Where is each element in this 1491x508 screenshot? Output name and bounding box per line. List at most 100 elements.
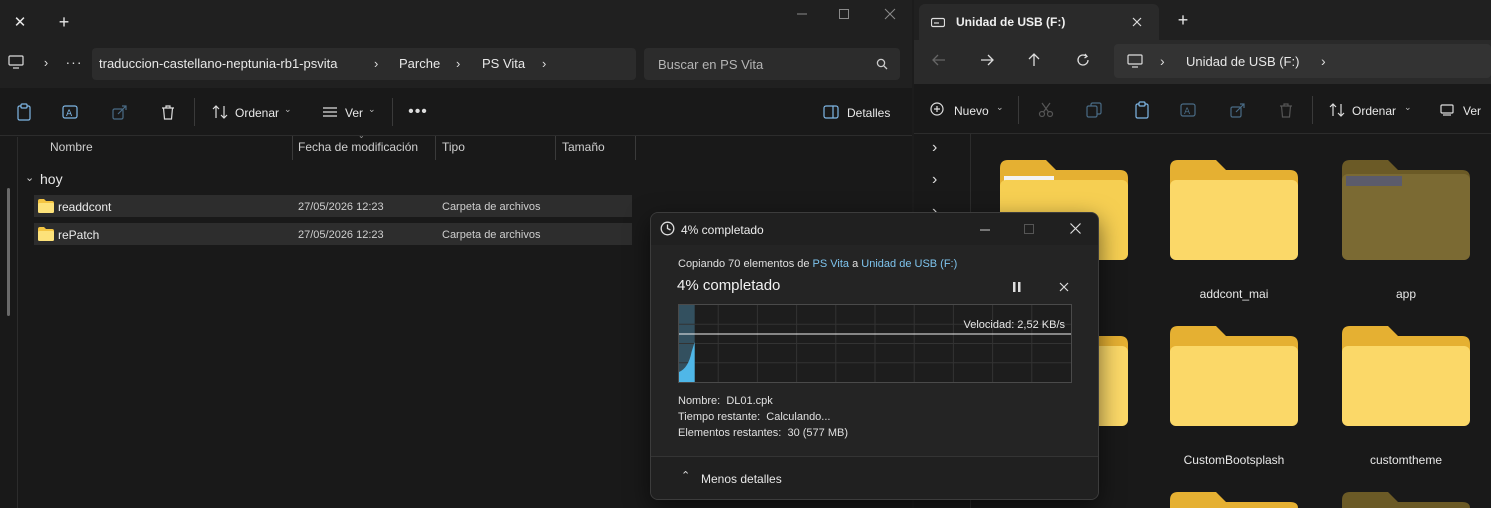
up-arrow-icon[interactable] bbox=[1028, 53, 1040, 67]
breadcrumb-item[interactable]: Parche bbox=[399, 48, 440, 80]
svg-text:A: A bbox=[66, 109, 73, 119]
folder-icon bbox=[38, 199, 54, 213]
share-icon[interactable] bbox=[110, 102, 130, 122]
column-header-name[interactable]: Nombre bbox=[50, 140, 93, 154]
search-input[interactable]: Buscar en PS Vita bbox=[658, 57, 763, 72]
breadcrumb-item[interactable]: traduccion-castellano-neptunia-rb1-psvit… bbox=[99, 48, 337, 80]
usb-drive-icon bbox=[931, 17, 945, 28]
chevron-right-icon: › bbox=[456, 56, 461, 71]
new-tab-button[interactable]: + bbox=[1174, 10, 1192, 30]
name-label: Nombre: bbox=[678, 395, 721, 407]
this-pc-icon[interactable] bbox=[6, 52, 26, 72]
destination-link[interactable]: Unidad de USB (F:) bbox=[861, 258, 957, 270]
name-value: DL01.cpk bbox=[726, 395, 773, 407]
nav-scrollbar[interactable] bbox=[7, 188, 10, 316]
minimize-icon[interactable] bbox=[980, 229, 990, 231]
chevron-right-icon[interactable]: › bbox=[932, 171, 937, 189]
breadcrumb-item[interactable]: PS Vita bbox=[482, 48, 525, 80]
close-icon[interactable] bbox=[1132, 17, 1142, 27]
copy-middle: a bbox=[852, 258, 859, 270]
breadcrumb[interactable]: traduccion-castellano-neptunia-rb1-psvit… bbox=[92, 48, 636, 80]
back-arrow-icon[interactable] bbox=[932, 54, 946, 66]
search-icon bbox=[876, 58, 888, 70]
view-button[interactable]: Ver bbox=[345, 106, 363, 120]
close-icon[interactable] bbox=[1070, 223, 1081, 234]
folder-tile[interactable] bbox=[1342, 492, 1470, 508]
column-header-type[interactable]: Tipo bbox=[442, 140, 465, 154]
file-name: rePatch bbox=[58, 228, 100, 242]
folder-tile[interactable] bbox=[1170, 326, 1298, 426]
folder-tile[interactable] bbox=[1170, 492, 1298, 508]
source-link[interactable]: PS Vita bbox=[813, 258, 850, 270]
delete-icon[interactable] bbox=[1278, 102, 1294, 118]
plus-circle-icon bbox=[930, 102, 944, 116]
file-row[interactable]: rePatch 27/05/2026 12:23 Carpeta de arch… bbox=[34, 223, 632, 245]
refresh-icon[interactable] bbox=[1076, 53, 1090, 67]
left-title-bar: ✕ + bbox=[0, 0, 912, 44]
chevron-right-icon[interactable]: › bbox=[1321, 53, 1326, 69]
column-divider[interactable] bbox=[555, 136, 556, 160]
column-divider[interactable] bbox=[435, 136, 436, 160]
this-pc-icon[interactable] bbox=[1127, 54, 1143, 68]
clock-icon bbox=[660, 221, 675, 236]
maximize-button[interactable] bbox=[832, 4, 856, 24]
svg-text:A: A bbox=[1184, 107, 1191, 117]
sort-icon[interactable] bbox=[210, 102, 230, 122]
view-icon[interactable] bbox=[1440, 104, 1454, 116]
rename-icon[interactable]: A bbox=[61, 102, 81, 122]
search-box[interactable]: Buscar en PS Vita bbox=[644, 48, 900, 80]
close-window-button[interactable] bbox=[878, 4, 902, 24]
details-button[interactable]: Detalles bbox=[847, 106, 890, 120]
delete-icon[interactable] bbox=[158, 102, 178, 122]
column-header-size[interactable]: Tamaño bbox=[562, 140, 605, 154]
sort-icon[interactable] bbox=[1328, 102, 1346, 118]
pause-icon[interactable] bbox=[1011, 281, 1023, 293]
chevron-right-icon[interactable]: › bbox=[38, 52, 54, 72]
more-path-icon[interactable]: ··· bbox=[64, 52, 84, 72]
rename-icon[interactable]: A bbox=[1180, 102, 1198, 118]
chevron-right-icon[interactable]: › bbox=[1160, 53, 1165, 69]
right-nav-row: › Unidad de USB (F:) › bbox=[914, 40, 1491, 84]
cut-icon[interactable] bbox=[1038, 102, 1054, 118]
dialog-title: 4% completado bbox=[681, 223, 764, 237]
time-value: Calculando... bbox=[766, 411, 831, 423]
file-name: readdcont bbox=[58, 200, 112, 214]
less-details-button[interactable]: Menos detalles bbox=[701, 472, 782, 486]
file-row[interactable]: readdcont 27/05/2026 12:23 Carpeta de ar… bbox=[34, 195, 632, 217]
sort-button[interactable]: Ordenar bbox=[235, 106, 279, 120]
close-tab-button[interactable]: ✕ bbox=[8, 10, 32, 34]
folder-tile[interactable] bbox=[1342, 160, 1470, 260]
left-command-bar: A Ordenar ⌄ Ver ⌄ ••• Detalles bbox=[0, 88, 912, 136]
chevron-up-icon[interactable]: ⌃ bbox=[681, 469, 690, 482]
time-remaining-row: Tiempo restante: Calculando... bbox=[678, 411, 830, 423]
new-tab-button[interactable]: + bbox=[52, 10, 76, 34]
view-icon[interactable] bbox=[320, 102, 340, 122]
chevron-right-icon[interactable]: › bbox=[932, 139, 937, 157]
tab-usb-drive[interactable]: Unidad de USB (F:) bbox=[919, 4, 1159, 40]
paste-icon[interactable] bbox=[1134, 101, 1150, 119]
breadcrumb-item[interactable]: Unidad de USB (F:) bbox=[1186, 54, 1299, 69]
view-button[interactable]: Ver bbox=[1463, 104, 1481, 118]
folder-tile[interactable] bbox=[1342, 326, 1470, 426]
copy-icon[interactable] bbox=[1086, 102, 1102, 118]
column-divider[interactable] bbox=[292, 136, 293, 160]
more-options-icon[interactable]: ••• bbox=[407, 102, 429, 122]
minimize-button[interactable] bbox=[790, 4, 814, 24]
column-header-date[interactable]: Fecha de modificación bbox=[298, 140, 418, 154]
folder-icon bbox=[1342, 160, 1470, 260]
cancel-copy-icon[interactable] bbox=[1059, 282, 1069, 292]
speed-graph-svg bbox=[679, 305, 1071, 382]
toolbar-divider bbox=[194, 98, 195, 126]
sort-button[interactable]: Ordenar bbox=[1352, 104, 1396, 118]
column-divider[interactable] bbox=[635, 136, 636, 160]
group-header[interactable]: hoy bbox=[40, 171, 63, 187]
share-icon[interactable] bbox=[1230, 102, 1246, 118]
new-button[interactable]: Nuevo bbox=[954, 104, 989, 118]
details-pane-icon[interactable] bbox=[822, 103, 840, 121]
forward-arrow-icon[interactable] bbox=[980, 54, 994, 66]
paste-icon[interactable] bbox=[14, 102, 34, 122]
folder-tile[interactable] bbox=[1170, 160, 1298, 260]
address-bar[interactable]: › Unidad de USB (F:) › bbox=[1114, 44, 1491, 78]
chevron-down-icon: ⌄ bbox=[996, 102, 1004, 112]
chevron-down-icon[interactable]: ⌄ bbox=[25, 171, 34, 184]
